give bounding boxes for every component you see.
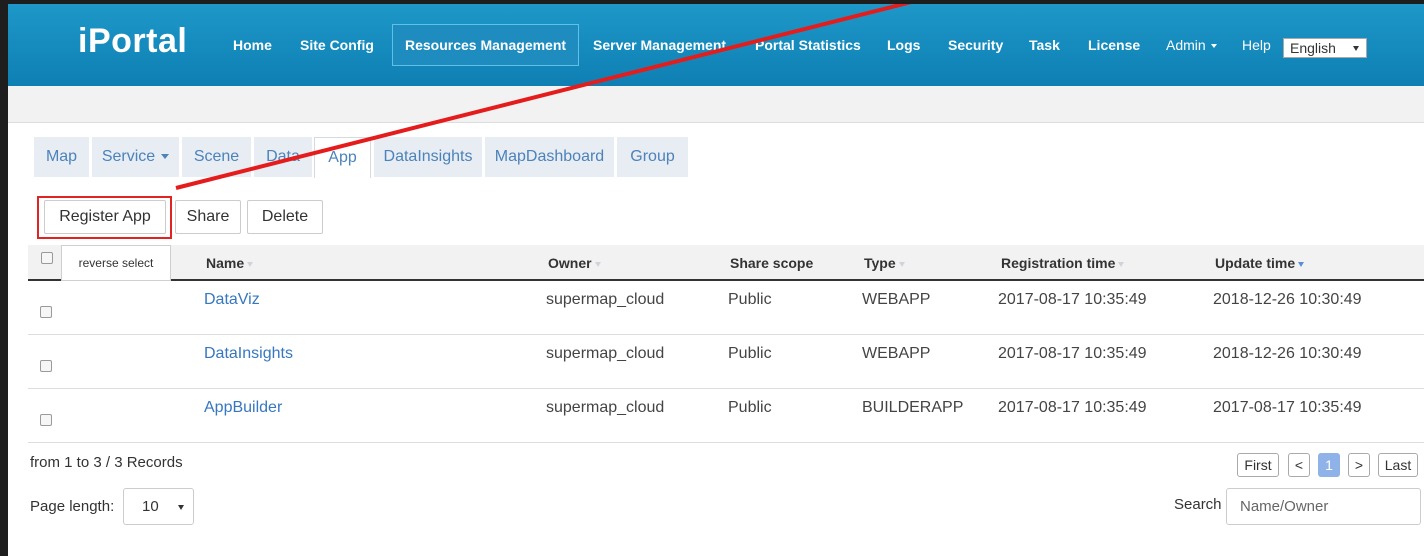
nav-security[interactable]: Security (948, 4, 1003, 86)
nav-admin-dropdown[interactable]: Admin (1166, 4, 1217, 86)
column-header-share-scope: Share scope (730, 255, 814, 271)
chevron-down-icon (1353, 46, 1359, 51)
sort-icon (247, 261, 254, 267)
prev-page-button[interactable]: < (1288, 453, 1310, 477)
tab-app[interactable]: App (314, 137, 371, 178)
page-length-select[interactable]: 10 (123, 488, 194, 525)
tab-service[interactable]: Service (92, 137, 179, 177)
registration-time-cell: 2017-08-17 10:35:49 (998, 399, 1147, 416)
sort-icon (1118, 261, 1125, 267)
app-page: iPortal Home Site Config Resources Manag… (8, 4, 1424, 556)
nav-server-management[interactable]: Server Management (593, 4, 726, 86)
top-header: iPortal Home Site Config Resources Manag… (8, 4, 1424, 86)
sort-desc-icon (1298, 261, 1305, 267)
type-cell: BUILDERAPP (862, 399, 964, 416)
row-checkbox[interactable] (40, 360, 52, 372)
share-button[interactable]: Share (175, 200, 241, 234)
nav-resources-management[interactable]: Resources Management (392, 24, 580, 66)
row-checkbox[interactable] (40, 306, 52, 318)
row-checkbox[interactable] (40, 414, 52, 426)
table-header: reverse select Name Owner Share scope Ty… (28, 245, 1424, 281)
table-row: DataInsights supermap_cloud Public WEBAP… (28, 335, 1424, 389)
next-page-button[interactable]: > (1348, 453, 1370, 477)
update-time-cell: 2018-12-26 10:30:49 (1213, 345, 1362, 362)
owner-cell: supermap_cloud (546, 345, 665, 362)
language-value: English (1290, 40, 1336, 56)
reverse-select-button[interactable]: reverse select (61, 245, 171, 281)
language-select[interactable]: English (1283, 38, 1367, 58)
app-name-link[interactable]: DataViz (204, 281, 260, 319)
update-time-cell: 2017-08-17 10:35:49 (1213, 399, 1362, 416)
tab-group[interactable]: Group (617, 137, 688, 177)
tab-data[interactable]: Data (254, 137, 312, 177)
page-length-value: 10 (142, 498, 159, 515)
column-header-owner-label: Owner (548, 255, 592, 271)
column-header-name-label: Name (206, 255, 245, 271)
registration-time-cell: 2017-08-17 10:35:49 (998, 345, 1147, 362)
share-scope-cell: Public (728, 291, 772, 308)
tab-map[interactable]: Map (34, 137, 89, 177)
chevron-down-icon (178, 505, 184, 510)
tab-service-label: Service (101, 148, 156, 165)
sort-icon (898, 261, 905, 267)
page-1-button[interactable]: 1 (1318, 453, 1340, 477)
nav-license[interactable]: License (1088, 4, 1140, 86)
select-all-checkbox[interactable] (41, 252, 53, 264)
last-page-button[interactable]: Last (1378, 453, 1418, 477)
nav-help[interactable]: Help (1242, 4, 1271, 86)
nav-portal-statistics[interactable]: Portal Statistics (755, 4, 861, 86)
table-row: AppBuilder supermap_cloud Public BUILDER… (28, 389, 1424, 443)
nav-admin-label: Admin (1166, 37, 1206, 53)
records-info: from 1 to 3 / 3 Records (30, 454, 183, 471)
chevron-down-icon (1210, 44, 1217, 49)
sort-icon (594, 261, 601, 267)
nav-logs[interactable]: Logs (887, 4, 920, 86)
nav-task[interactable]: Task (1029, 4, 1060, 86)
column-header-update-time-label: Update time (1215, 255, 1296, 271)
tab-scene[interactable]: Scene (182, 137, 251, 177)
tab-mapdashboard[interactable]: MapDashboard (485, 137, 614, 177)
sub-bar (8, 86, 1424, 123)
column-header-registration-time[interactable]: Registration time (1001, 245, 1125, 281)
table-row: DataViz supermap_cloud Public WEBAPP 201… (28, 281, 1424, 335)
owner-cell: supermap_cloud (546, 399, 665, 416)
search-label: Search (1174, 496, 1222, 513)
column-header-registration-time-label: Registration time (1001, 255, 1116, 271)
search-input[interactable] (1226, 488, 1421, 525)
share-scope-cell: Public (728, 345, 772, 362)
first-page-button[interactable]: First (1237, 453, 1279, 477)
column-header-type[interactable]: Type (864, 245, 905, 281)
register-app-button[interactable]: Register App (44, 200, 166, 234)
type-cell: WEBAPP (862, 345, 931, 362)
share-scope-cell: Public (728, 399, 772, 416)
registration-time-cell: 2017-08-17 10:35:49 (998, 291, 1147, 308)
chevron-down-icon (161, 154, 170, 160)
tab-datainsights[interactable]: DataInsights (374, 137, 482, 177)
column-header-type-label: Type (864, 255, 896, 271)
update-time-cell: 2018-12-26 10:30:49 (1213, 291, 1362, 308)
type-cell: WEBAPP (862, 291, 931, 308)
logo: iPortal (78, 22, 188, 60)
delete-button[interactable]: Delete (247, 200, 323, 234)
page-length-label: Page length: (30, 498, 115, 515)
nav-site-config[interactable]: Site Config (300, 4, 374, 86)
app-name-link[interactable]: DataInsights (204, 335, 293, 373)
column-header-name[interactable]: Name (206, 245, 254, 281)
column-header-owner[interactable]: Owner (548, 245, 601, 281)
column-header-update-time[interactable]: Update time (1215, 245, 1305, 281)
owner-cell: supermap_cloud (546, 291, 665, 308)
app-name-link[interactable]: AppBuilder (204, 389, 282, 427)
nav-home[interactable]: Home (233, 4, 272, 86)
